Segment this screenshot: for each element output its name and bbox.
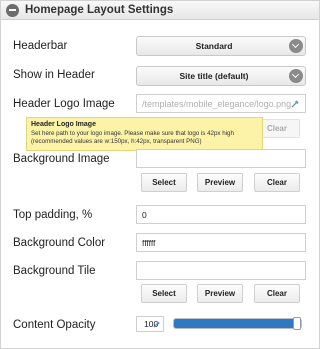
slider-handle[interactable] [293,317,301,330]
settings-panel: Homepage Layout Settings Headerbar Stand… [0,0,320,349]
chevron-down-icon [289,69,303,83]
background-tile-select-button[interactable]: Select [141,284,187,303]
tooltip-body: Set here path to your logo image. Please… [31,130,234,145]
background-tile-clear-button[interactable]: Clear [254,284,300,303]
content-opacity-label: Content Opacity [13,319,96,331]
eyedropper-icon [153,321,160,328]
background-image-input[interactable] [136,149,306,168]
background-image-preview-button[interactable]: Preview [197,173,243,192]
header-logo-input[interactable]: /templates/mobile_elegance/logo.png [136,94,306,113]
headerbar-select[interactable]: Standard [136,36,306,56]
background-tile-input[interactable] [136,261,306,280]
show-in-header-value: Site title (default) [179,71,249,81]
background-image-select-button[interactable]: Select [141,173,187,192]
panel-header[interactable]: Homepage Layout Settings [1,1,319,20]
slider-fill [174,319,301,328]
header-logo-label: Header Logo Image [13,98,115,110]
background-image-clear-button[interactable]: Clear [254,173,300,192]
content-opacity-input[interactable]: 100 [136,316,164,332]
collapse-icon[interactable] [6,3,19,17]
headerbar-label: Headerbar [13,40,68,52]
chevron-down-icon [289,39,303,53]
header-logo-placeholder: /templates/mobile_elegance/logo.png [142,98,292,109]
top-padding-value: 0 [142,209,147,220]
background-tile-label: Background Tile [13,265,96,277]
background-color-label: Background Color [13,237,106,249]
eyedropper-icon[interactable] [291,99,300,108]
background-tile-preview-button[interactable]: Preview [197,284,243,303]
show-in-header-label: Show in Header [13,69,95,81]
top-padding-label: Top padding, % [13,209,93,221]
tooltip: Header Logo Image Set here path to your … [26,117,263,151]
top-padding-input[interactable]: 0 [136,205,306,224]
tooltip-title: Header Logo Image [31,121,96,128]
content-opacity-slider[interactable] [173,318,302,329]
background-image-label: Background Image [13,153,110,165]
show-in-header-select[interactable]: Site title (default) [136,66,306,86]
background-color-input[interactable]: ffffff [136,233,306,252]
panel-title: Homepage Layout Settings [25,4,174,16]
background-color-value: ffffff [142,237,156,248]
headerbar-value: Standard [195,41,233,51]
